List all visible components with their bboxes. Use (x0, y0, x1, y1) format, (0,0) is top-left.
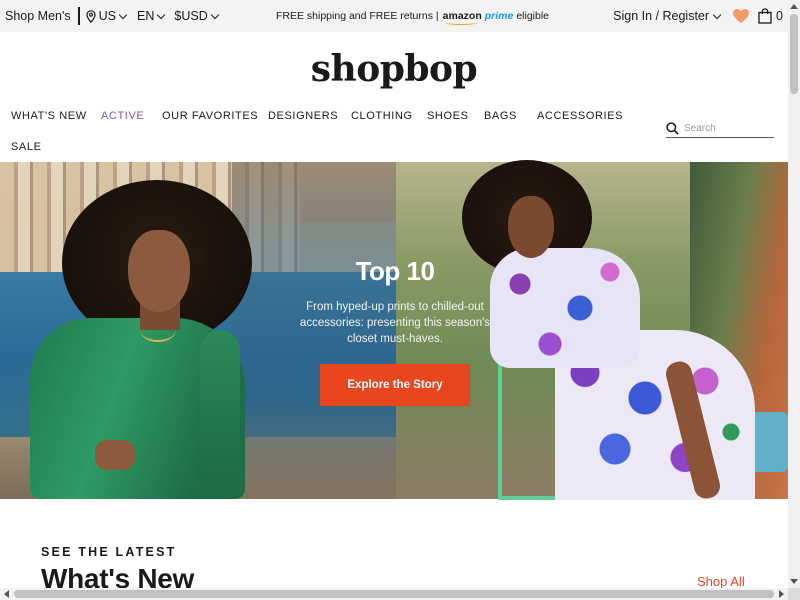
search-input[interactable] (684, 123, 768, 134)
chevron-down-icon (712, 10, 722, 19)
scroll-thumb[interactable] (14, 590, 774, 598)
shipping-promo[interactable]: FREE shipping and FREE returns | amazon … (276, 0, 549, 32)
scroll-up-arrow-icon[interactable] (790, 4, 798, 9)
sign-in-label: Sign In / Register (613, 9, 710, 23)
nav-item-bags[interactable]: BAGS (484, 110, 517, 122)
nav-item-shoes[interactable]: SHOES (427, 110, 469, 122)
nav-item-accessories[interactable]: ACCESSORIES (537, 110, 623, 122)
chevron-down-icon (210, 10, 219, 19)
eligible-text: eligible (516, 10, 550, 22)
location-pin-icon (86, 9, 96, 23)
account-group: Sign In / Register 0 (613, 0, 788, 32)
section-eyebrow: SEE THE LATEST (41, 545, 177, 559)
necklace (140, 318, 176, 342)
amazon-logo: amazon (443, 10, 482, 25)
language-selector[interactable]: EN (137, 9, 166, 23)
floral-dress-top (490, 248, 640, 368)
nav-item-active[interactable]: ACTIVE (101, 110, 144, 122)
country-label: US (98, 9, 116, 23)
shop-mens-link[interactable]: Shop Men's (5, 7, 80, 25)
nav-item-whats-new[interactable]: WHAT'S NEW (11, 110, 87, 122)
chevron-down-icon (118, 10, 128, 19)
nav-item-sale[interactable]: SALE (11, 141, 42, 153)
language-label: EN (137, 9, 155, 23)
explore-story-button[interactable]: Explore the Story (320, 364, 470, 406)
chevron-down-icon (157, 10, 166, 19)
promo-text: FREE shipping and FREE returns | (276, 10, 439, 22)
nav-item-clothing[interactable]: CLOTHING (351, 110, 413, 122)
nav-item-our-favorites[interactable]: OUR FAVORITES (162, 110, 258, 122)
bag-count: 0 (776, 9, 783, 23)
utility-bar: Shop Men's US EN $USD FREE shipping and … (0, 0, 788, 32)
shopbop-logo[interactable]: shopbop (0, 48, 788, 90)
scroll-thumb[interactable] (790, 14, 798, 94)
hero-title: Top 10 (355, 256, 435, 286)
model-right-face (508, 196, 554, 258)
locale-group: Shop Men's US EN $USD (5, 0, 219, 32)
nav-item-designers[interactable]: DESIGNERS (268, 110, 338, 122)
vertical-scrollbar[interactable] (788, 0, 800, 588)
currency-selector[interactable]: $USD (174, 9, 219, 23)
currency-label: $USD (174, 9, 208, 23)
shop-all-link[interactable]: Shop All (697, 574, 745, 589)
hero-subtitle: From hyped-up prints to chilled-out acce… (299, 301, 491, 345)
model-left-face (128, 230, 190, 312)
sign-in-register-button[interactable]: Sign In / Register (613, 9, 722, 23)
search-icon[interactable] (666, 122, 679, 135)
shopping-bag-icon[interactable] (758, 8, 772, 24)
scroll-right-arrow-icon[interactable] (779, 590, 784, 598)
country-selector[interactable]: US (86, 9, 128, 23)
scroll-down-arrow-icon[interactable] (790, 579, 798, 584)
heart-icon[interactable] (732, 8, 750, 24)
prime-logo: prime (484, 10, 514, 22)
search-box[interactable] (666, 120, 774, 138)
scroll-left-arrow-icon[interactable] (4, 590, 9, 598)
horizontal-scrollbar[interactable] (0, 588, 788, 600)
